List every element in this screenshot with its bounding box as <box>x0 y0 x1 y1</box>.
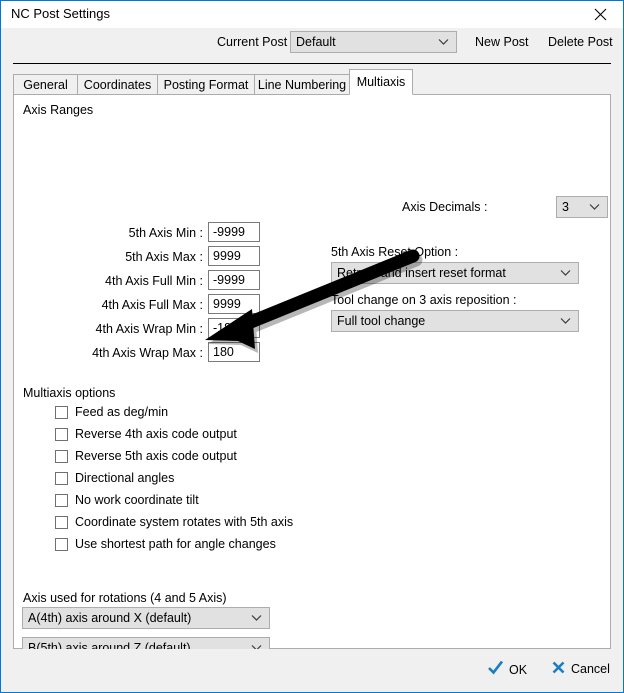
window-title: NC Post Settings <box>11 6 110 21</box>
label-4th-axis-full-max: 4th Axis Full Max : <box>101 298 203 312</box>
header-divider <box>13 63 611 64</box>
checkbox-box <box>55 427 68 441</box>
tool-change-value: Full tool change <box>337 314 426 328</box>
cancel-label: Cancel <box>571 662 610 676</box>
tab-strip: General Coordinates Posting Format Line … <box>13 69 611 95</box>
label-4th-axis-full-min: 4th Axis Full Min : <box>105 274 203 288</box>
new-post-button[interactable]: New Post <box>475 35 529 49</box>
delete-post-button[interactable]: Delete Post <box>548 35 613 49</box>
chevron-down-icon <box>560 270 571 277</box>
fourth-axis-rotation-dropdown[interactable]: A(4th) axis around X (default) <box>22 607 270 629</box>
reset-option-label: 5th Axis Reset Option : <box>331 245 459 259</box>
checkbox-label: Reverse 4th axis code output <box>75 427 237 441</box>
multiaxis-tab-panel: Axis Ranges 5th Axis Min : 5th Axis Max … <box>13 94 611 692</box>
checkmark-icon <box>488 660 504 678</box>
tool-change-dropdown[interactable]: Full tool change <box>331 310 579 332</box>
multiaxis-options-title: Multiaxis options <box>23 386 116 400</box>
chevron-down-icon <box>560 318 571 325</box>
tab-multiaxis[interactable]: Multiaxis <box>349 69 413 95</box>
label-5th-axis-min: 5th Axis Min : <box>128 226 203 240</box>
tool-change-label: Tool change on 3 axis reposition : <box>331 293 517 307</box>
x-mark-icon <box>552 661 565 677</box>
checkbox-label: Directional angles <box>75 471 175 485</box>
checkbox-label: Coordinate system rotates with 5th axis <box>75 515 294 529</box>
label-5th-axis-max: 5th Axis Max : <box>125 250 203 264</box>
checkbox-box <box>55 515 68 529</box>
label-4th-axis-wrap-max: 4th Axis Wrap Max : <box>92 346 203 360</box>
ok-label: OK <box>509 662 528 677</box>
input-4th-axis-full-min[interactable] <box>208 270 260 290</box>
title-bar: NC Post Settings <box>1 1 623 28</box>
checkbox-label: Use shortest path for angle changes <box>75 537 276 551</box>
chevron-down-icon <box>251 615 262 622</box>
checkbox-label: No work coordinate tilt <box>75 493 199 507</box>
checkbox-use-shortest-path-for-angle-changes[interactable]: Use shortest path for angle changes <box>55 536 276 552</box>
checkbox-no-work-coordinate-tilt[interactable]: No work coordinate tilt <box>55 492 199 508</box>
input-4th-axis-wrap-max[interactable] <box>208 342 260 362</box>
checkbox-coordinate-system-rotates-with-5th-axis[interactable]: Coordinate system rotates with 5th axis <box>55 514 293 530</box>
pointer-arrow-annotation <box>205 249 423 353</box>
current-post-dropdown[interactable]: Default <box>290 31 457 53</box>
checkbox-feed-as-deg-min[interactable]: Feed as deg/min <box>55 404 168 420</box>
checkbox-directional-angles[interactable]: Directional angles <box>55 470 174 486</box>
chevron-down-icon <box>589 204 600 211</box>
fourth-axis-rotation-value: A(4th) axis around X (default) <box>28 611 192 625</box>
input-4th-axis-wrap-min[interactable] <box>208 318 260 338</box>
checkbox-box <box>55 449 68 463</box>
reset-option-dropdown[interactable]: Retract and insert reset format <box>331 262 579 284</box>
tab-general[interactable]: General <box>13 74 78 95</box>
checkbox-box <box>55 405 68 419</box>
input-5th-axis-min[interactable] <box>208 222 260 242</box>
reset-option-value: Retract and insert reset format <box>337 266 506 280</box>
input-5th-axis-max[interactable] <box>208 246 260 266</box>
axis-decimals-value: 3 <box>562 200 569 214</box>
current-post-value: Default <box>296 35 336 49</box>
label-4th-axis-wrap-min: 4th Axis Wrap Min : <box>95 322 203 336</box>
nc-post-settings-window: NC Post Settings Current Post - Default … <box>0 0 624 693</box>
ok-button[interactable]: OK <box>488 660 528 678</box>
rotations-title: Axis used for rotations (4 and 5 Axis) <box>23 591 227 605</box>
close-icon[interactable] <box>578 1 623 27</box>
checkbox-reverse-5th-axis-code-output[interactable]: Reverse 5th axis code output <box>55 448 237 464</box>
input-4th-axis-full-max[interactable] <box>208 294 260 314</box>
chevron-down-icon <box>438 39 449 46</box>
checkbox-label: Reverse 5th axis code output <box>75 449 237 463</box>
current-post-label: Current Post - <box>217 35 295 49</box>
checkbox-box <box>55 537 68 551</box>
tab-posting-format[interactable]: Posting Format <box>157 74 255 95</box>
checkbox-reverse-4th-axis-code-output[interactable]: Reverse 4th axis code output <box>55 426 237 442</box>
axis-ranges-title: Axis Ranges <box>23 103 94 117</box>
axis-decimals-dropdown[interactable]: 3 <box>556 196 608 218</box>
tab-coordinates[interactable]: Coordinates <box>77 74 158 95</box>
tab-line-numbering[interactable]: Line Numbering <box>254 74 350 95</box>
checkbox-box <box>55 471 68 485</box>
cancel-button[interactable]: Cancel <box>552 661 610 677</box>
checkbox-label: Feed as deg/min <box>75 405 169 419</box>
checkbox-box <box>55 493 68 507</box>
axis-decimals-label: Axis Decimals : <box>402 200 488 214</box>
dialog-footer: OK Cancel <box>1 649 623 692</box>
